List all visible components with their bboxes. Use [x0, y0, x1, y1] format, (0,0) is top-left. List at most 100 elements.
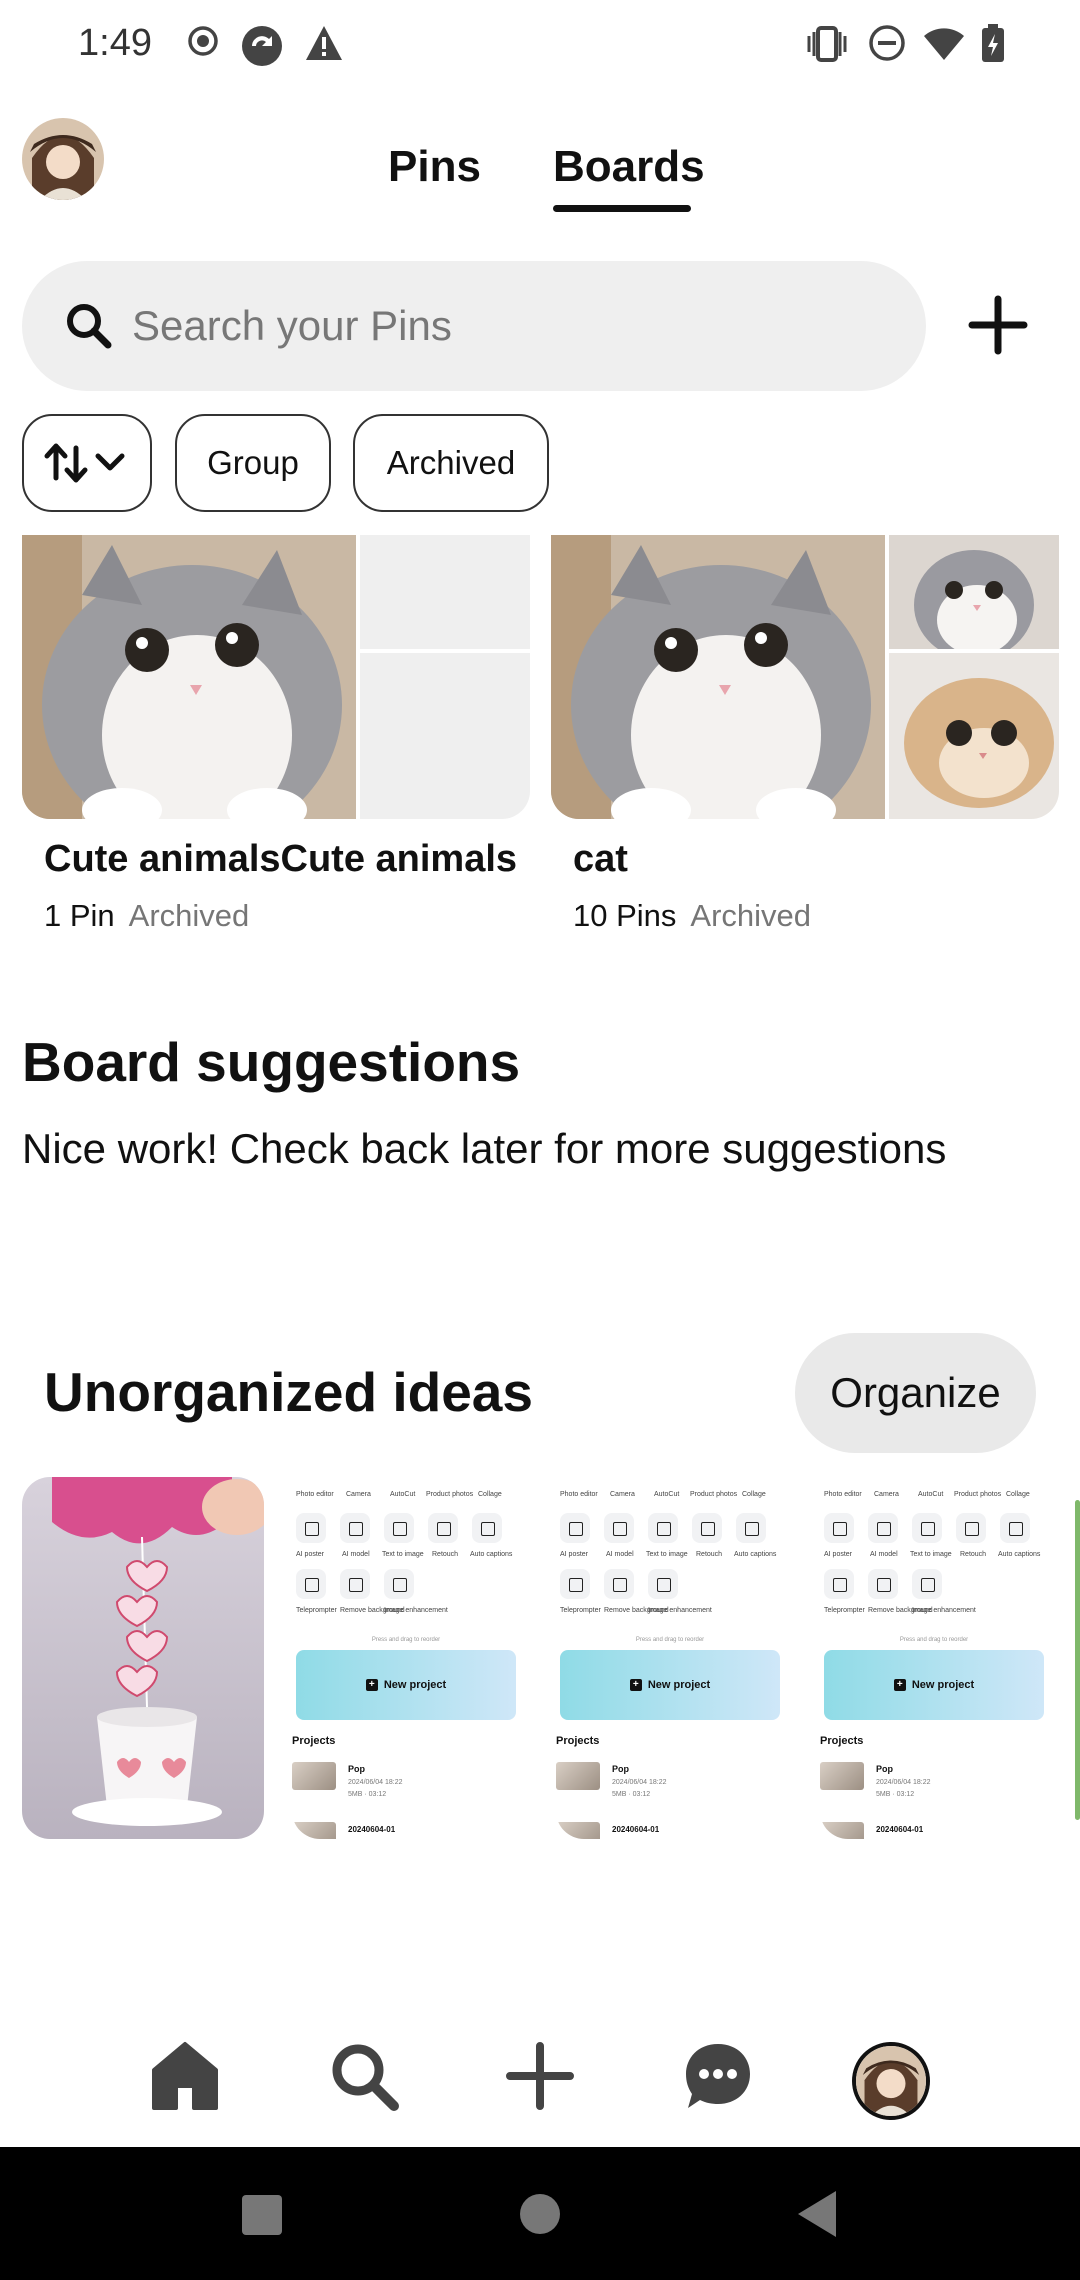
mini-label: Teleprompter: [824, 1607, 865, 1614]
mini-label: Auto captions: [470, 1551, 513, 1558]
avatar-illustration: [856, 2046, 926, 2116]
board-meta: 10 Pins Archived: [573, 898, 811, 934]
mini-project-date: 2024/06/04 18:22: [612, 1779, 667, 1786]
mini-label: Photo editor: [296, 1491, 334, 1498]
mini-project-thumb: [820, 1822, 864, 1839]
tool-icon: [296, 1569, 326, 1599]
mini-project-name: 20240604-01: [876, 1825, 924, 1834]
board-card[interactable]: [551, 535, 1059, 819]
search-icon[interactable]: [328, 2040, 400, 2112]
mini-project-date: 2024/06/04 18:22: [348, 1779, 403, 1786]
mini-project-name: Pop: [348, 1764, 365, 1774]
tool-icon: [648, 1513, 678, 1543]
mini-label: Text to image: [646, 1551, 688, 1558]
mini-project-thumb: [292, 1762, 336, 1790]
add-icon[interactable]: [966, 293, 1030, 357]
tool-icon: [296, 1513, 326, 1543]
pin-thumbnail[interactable]: [22, 1477, 264, 1839]
mini-project-date: 2024/06/04 18:22: [876, 1779, 931, 1786]
mini-project-size: 5MB · 03:12: [876, 1791, 915, 1798]
board-pin-count: 10 Pins: [573, 898, 677, 933]
board-cover-placeholder: [360, 653, 530, 819]
pin-thumbnail[interactable]: Photo editor Camera AutoCut Product phot…: [556, 1477, 784, 1839]
recents-icon[interactable]: [240, 2193, 284, 2237]
warning-icon: [306, 26, 342, 60]
mini-hint: Press and drag to reorder: [899, 1637, 969, 1643]
tool-icon: [1000, 1513, 1030, 1543]
mini-project-thumb: [292, 1822, 336, 1839]
profile-avatar[interactable]: [22, 118, 104, 200]
tool-icon: [560, 1513, 590, 1543]
mini-label: Product photos: [426, 1491, 474, 1498]
mini-project-name: Pop: [612, 1764, 629, 1774]
search-bar[interactable]: [22, 261, 926, 391]
mini-label: AI poster: [824, 1551, 853, 1558]
mini-project-name: 20240604-01: [612, 1825, 660, 1834]
pin-thumbnail[interactable]: Photo editor Camera AutoCut Product phot…: [820, 1477, 1048, 1839]
create-icon[interactable]: [505, 2040, 575, 2112]
pin-thumbnail-partial[interactable]: [1075, 1500, 1080, 1820]
battery-charging-icon: [982, 24, 1004, 62]
mini-label: Product photos: [954, 1491, 1002, 1498]
mini-label: Text to image: [382, 1551, 424, 1558]
pin-thumbnail[interactable]: Photo editor Camera AutoCut Product phot…: [292, 1477, 520, 1839]
mini-label: Photo editor: [824, 1491, 862, 1498]
search-input[interactable]: [132, 297, 892, 355]
board-suggestions-title: Board suggestions: [22, 1031, 521, 1093]
vibrate-icon: [807, 26, 847, 62]
search-icon: [67, 304, 112, 349]
mini-label: Retouch: [960, 1551, 987, 1558]
filter-chip-group[interactable]: Group: [175, 414, 331, 512]
mini-label: AI model: [606, 1551, 634, 1558]
messages-icon[interactable]: [682, 2040, 754, 2112]
tool-icon: [868, 1513, 898, 1543]
mini-label: Auto captions: [734, 1551, 777, 1558]
tab-selected-indicator: [553, 205, 691, 212]
board-cover-image: [889, 653, 1059, 819]
board-cover-image: [551, 535, 885, 819]
mini-label: AI poster: [560, 1551, 589, 1558]
mini-label: Image enhancement: [648, 1607, 712, 1614]
home-button-icon[interactable]: [519, 2193, 561, 2235]
system-nav-bar: [0, 2147, 1080, 2280]
bottom-nav: [0, 2010, 1080, 2150]
mini-label: Retouch: [432, 1551, 459, 1558]
mini-project-thumb: [820, 1762, 864, 1790]
mini-project-size: 5MB · 03:12: [348, 1791, 387, 1798]
mini-projects-label: Projects: [292, 1735, 336, 1747]
tab-boards[interactable]: Boards: [553, 142, 705, 192]
tool-icon: [648, 1569, 678, 1599]
tab-pins[interactable]: Pins: [388, 142, 481, 192]
mini-label: Image enhancement: [384, 1607, 448, 1614]
organize-button[interactable]: Organize: [795, 1333, 1036, 1453]
tool-icon: [956, 1513, 986, 1543]
mini-projects-label: Projects: [556, 1735, 600, 1747]
board-cover-placeholder: [360, 535, 530, 649]
home-icon[interactable]: [150, 2040, 220, 2112]
board-card[interactable]: [22, 535, 530, 819]
tool-icon: [604, 1513, 634, 1543]
do-not-disturb-icon: [869, 25, 905, 61]
sort-button[interactable]: [22, 414, 152, 512]
mini-new-project: + New project: [560, 1650, 780, 1720]
tool-icon: [472, 1513, 502, 1543]
profile-nav-avatar[interactable]: [852, 2042, 930, 2120]
mini-label: Collage: [478, 1491, 502, 1498]
tool-icon: [560, 1569, 590, 1599]
back-icon[interactable]: [796, 2189, 838, 2239]
mini-label: AI model: [870, 1551, 898, 1558]
record-icon: [188, 26, 218, 56]
mini-project-size: 5MB · 03:12: [612, 1791, 651, 1798]
mini-project-name: Pop: [876, 1764, 893, 1774]
board-suggestions-message: Nice work! Check back later for more sug…: [22, 1125, 947, 1172]
filter-chip-archived[interactable]: Archived: [353, 414, 549, 512]
mini-label: AutoCut: [918, 1491, 944, 1498]
mini-label: Collage: [1006, 1491, 1030, 1498]
mini-label: Collage: [742, 1491, 766, 1498]
mini-new-project: + New project: [296, 1650, 516, 1720]
board-status: Archived: [690, 898, 812, 933]
tool-icon: [340, 1513, 370, 1543]
board-cover-image: [22, 535, 356, 819]
pin-image: [22, 1477, 264, 1839]
board-title: Cute animalsCute animals: [44, 838, 518, 880]
